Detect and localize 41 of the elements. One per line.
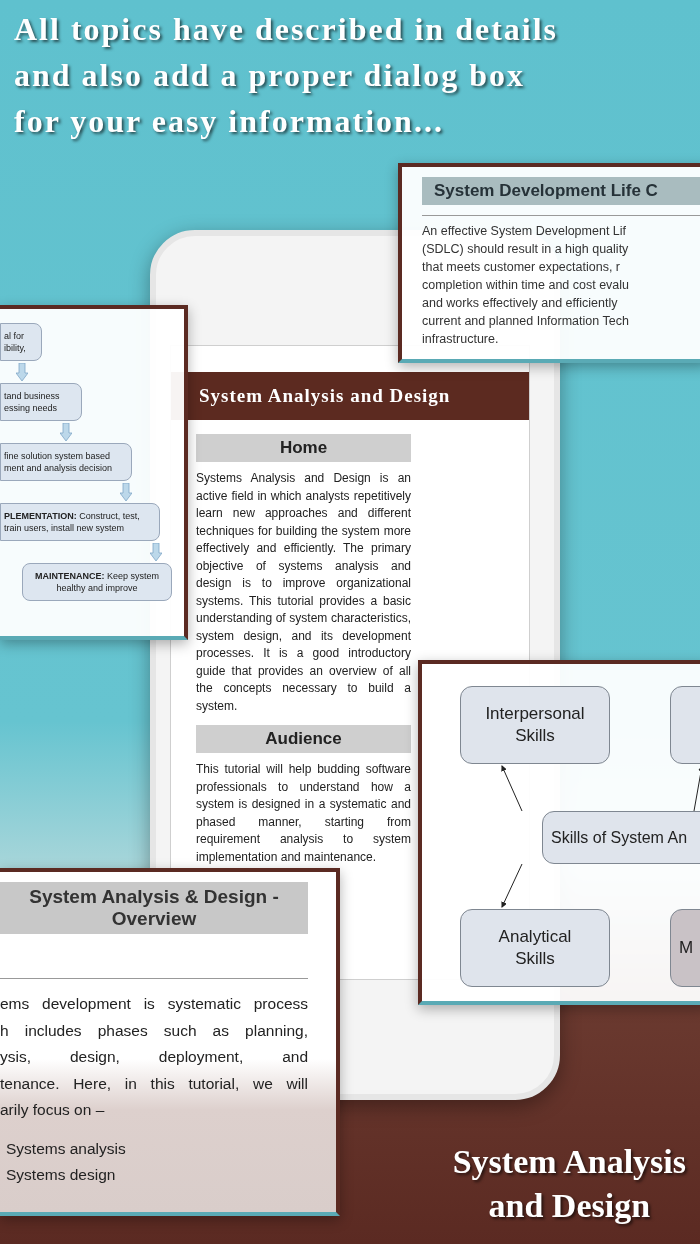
arrow [501, 863, 523, 908]
paragraph-line: h includes phases such as planning, [0, 1020, 308, 1041]
down-arrow-icon [16, 363, 28, 381]
paragraph-line: infrastructure. [422, 331, 499, 348]
app-title: System Analysis and Design [199, 383, 451, 408]
paragraph-line: current and planned Information Tech [422, 313, 629, 330]
paragraph-line: completion within time and cost evalu [422, 277, 630, 294]
paragraph-line: tenance. Here, in this tutorial, we will [0, 1073, 308, 1094]
diagram-node: M [670, 909, 700, 987]
down-arrow-icon [60, 423, 72, 441]
caption-text: System Analysis [452, 1142, 686, 1182]
section-paragraph: This tutorial will help budding software professionals to understand how a system is designed in a systematic and phased manner, starting from requirement analysis to system implementation and maintenance. [196, 761, 411, 866]
headline-text: All topics have described in details [14, 10, 559, 49]
paragraph-line: arily focus on – [0, 1100, 106, 1120]
headline-text: for your easy information... [14, 102, 445, 141]
section-heading: Audience [196, 725, 411, 753]
flowchart-step: tand business essing needs [0, 383, 82, 421]
dialog-title: System Development Life C [422, 177, 700, 205]
paragraph-line: (SDLC) should result in a high quality [422, 241, 629, 258]
caption-text: and Design [488, 1186, 651, 1226]
down-arrow-icon [150, 543, 162, 561]
flowchart-step: PLEMENTATION: Construct, test, train users, install new system [0, 503, 160, 541]
flowchart-step: MAINTENANCE: Keep system healthy and improve [22, 563, 172, 601]
diagram-node: Skills of System An [542, 811, 700, 864]
headline-text: and also add a proper dialog box [14, 56, 526, 95]
paragraph-line: ysis, design, deployment, and [0, 1047, 308, 1067]
paragraph-line: that meets customer expectations, r [422, 259, 620, 276]
list-item: Systems design [5, 1164, 116, 1185]
diagram-node: Analytical Skills [460, 909, 610, 987]
flowchart-step: fine solution system based ment and analysis decision [0, 443, 132, 481]
section-heading: Home [196, 434, 411, 462]
dialog-title: System Analysis & Design - Overview [0, 882, 308, 934]
paragraph-line: and works effectively and efficiently [422, 295, 618, 312]
down-arrow-icon [120, 483, 132, 501]
diagram-node: Interpersonal Skills [460, 686, 610, 764]
list-item: Systems analysis [5, 1138, 126, 1159]
paragraph-line: ems development is systematic process [0, 994, 308, 1014]
paragraph-line: An effective System Development Lif [422, 223, 627, 240]
flowchart-step: al for ibility, [0, 323, 42, 361]
arrow [501, 765, 523, 812]
section-paragraph: Systems Analysis and Design is an active field in which analysts repetitively learn new approaches and different techniques for building the system more effectively and efficiently. The primary objective of systems analysis and design is to improve organizational systems. This tutorial provides a basic understanding of system characteristics, system design, and its development processes. It is a good introductory guide that provides an overview of all the concepts necessary to build a system. [196, 470, 411, 715]
